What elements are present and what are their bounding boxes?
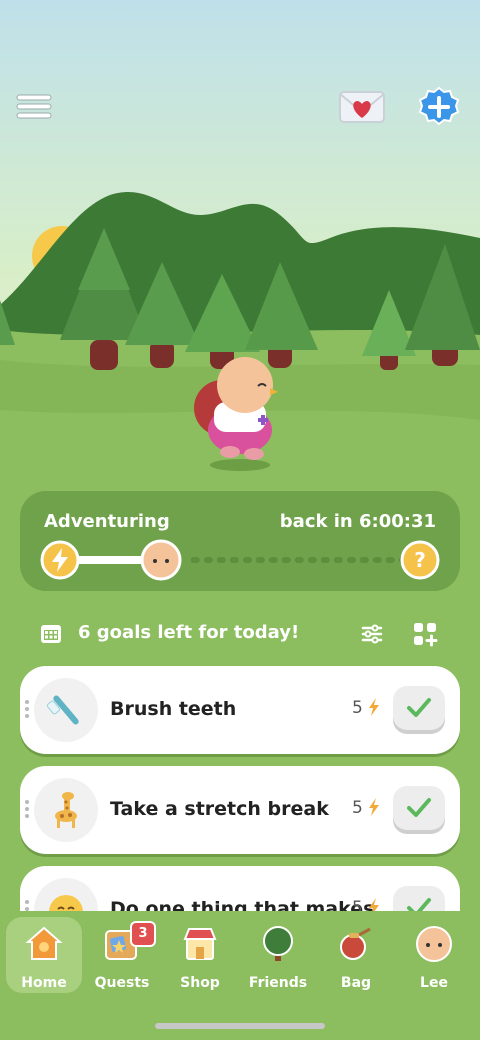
home-indicator bbox=[155, 1023, 325, 1029]
giraffe-icon bbox=[55, 792, 77, 828]
energy-small-icon bbox=[369, 698, 380, 716]
toothbrush-icon bbox=[46, 695, 79, 725]
progress-dash bbox=[320, 557, 330, 563]
progress-dash bbox=[281, 557, 291, 563]
bottom-tab-bar: Home 3 Quests Shop Friends Bag Lee bbox=[0, 911, 480, 1040]
mail-button[interactable] bbox=[338, 88, 386, 126]
tab-quests[interactable]: 3 Quests bbox=[84, 917, 160, 993]
goal-points: 5 bbox=[352, 698, 380, 718]
add-goal-button[interactable] bbox=[412, 621, 438, 647]
goal-title: Brush teeth bbox=[110, 698, 237, 720]
mail-heart-icon bbox=[339, 91, 385, 123]
goals-remaining-text: 6 goals left for today! bbox=[78, 622, 300, 643]
drag-handle[interactable] bbox=[25, 700, 29, 720]
question-icon: ? bbox=[400, 540, 440, 580]
progress-dash bbox=[242, 557, 252, 563]
goal-points: 5 bbox=[352, 798, 380, 818]
goal-title: Take a stretch break bbox=[110, 798, 329, 820]
house-icon bbox=[25, 926, 63, 960]
tab-label: Shop bbox=[180, 975, 220, 991]
menu-button[interactable] bbox=[12, 88, 56, 124]
progress-dash bbox=[216, 557, 226, 563]
goal-icon-container bbox=[34, 778, 98, 842]
tab-profile[interactable]: Lee bbox=[396, 917, 472, 993]
tab-bag[interactable]: Bag bbox=[318, 917, 394, 993]
tree-icon bbox=[263, 926, 293, 961]
check-icon bbox=[407, 798, 431, 817]
progress-dash bbox=[255, 557, 265, 563]
tab-label: Lee bbox=[420, 975, 448, 991]
quests-badge: 3 bbox=[130, 921, 156, 947]
progress-dash bbox=[190, 557, 200, 563]
tab-friends[interactable]: Friends bbox=[240, 917, 316, 993]
tab-label: Bag bbox=[340, 975, 372, 991]
tab-shop[interactable]: Shop bbox=[162, 917, 238, 993]
svg-text:?: ? bbox=[414, 548, 426, 572]
progress-dash bbox=[203, 557, 213, 563]
progress-dash bbox=[385, 557, 395, 563]
plus-badge-icon bbox=[418, 86, 460, 126]
progress-dash bbox=[294, 557, 304, 563]
progress-dash bbox=[268, 557, 278, 563]
adventure-scene bbox=[0, 0, 480, 490]
grid-add-icon bbox=[414, 623, 438, 647]
progress-dash bbox=[372, 557, 382, 563]
complete-goal-button[interactable] bbox=[393, 786, 445, 830]
filter-button[interactable] bbox=[360, 622, 384, 646]
complete-goal-button[interactable] bbox=[393, 686, 445, 730]
sliders-icon bbox=[361, 624, 383, 644]
hamburger-icon bbox=[16, 94, 52, 119]
goals-header: 6 goals left for today! bbox=[20, 612, 460, 656]
adventure-progress-track bbox=[60, 556, 408, 564]
tab-home[interactable]: Home bbox=[6, 917, 82, 993]
drag-handle[interactable] bbox=[25, 800, 29, 820]
energy-icon bbox=[40, 540, 80, 580]
check-icon bbox=[407, 698, 431, 717]
tab-label: Friends bbox=[248, 975, 308, 991]
goal-card[interactable]: Brush teeth 5 bbox=[20, 666, 460, 754]
goal-icon-container bbox=[34, 678, 98, 742]
shop-icon bbox=[183, 928, 217, 960]
energy-small-icon bbox=[369, 798, 380, 816]
adventure-progress-card[interactable]: Adventuring back in 6:00:31 ? bbox=[20, 491, 460, 591]
progress-dash bbox=[359, 557, 369, 563]
progress-dash bbox=[333, 557, 343, 563]
tab-label: Quests bbox=[94, 975, 150, 991]
add-button[interactable] bbox=[416, 84, 462, 130]
tab-label: Home bbox=[21, 975, 67, 991]
goal-card[interactable]: Take a stretch break 5 bbox=[20, 766, 460, 854]
progress-dash bbox=[346, 557, 356, 563]
bag-icon bbox=[340, 927, 371, 960]
progress-avatar bbox=[140, 539, 182, 581]
progress-dash bbox=[229, 557, 239, 563]
avatar-icon bbox=[416, 926, 452, 962]
progress-dash bbox=[307, 557, 317, 563]
calendar-icon bbox=[40, 623, 62, 645]
